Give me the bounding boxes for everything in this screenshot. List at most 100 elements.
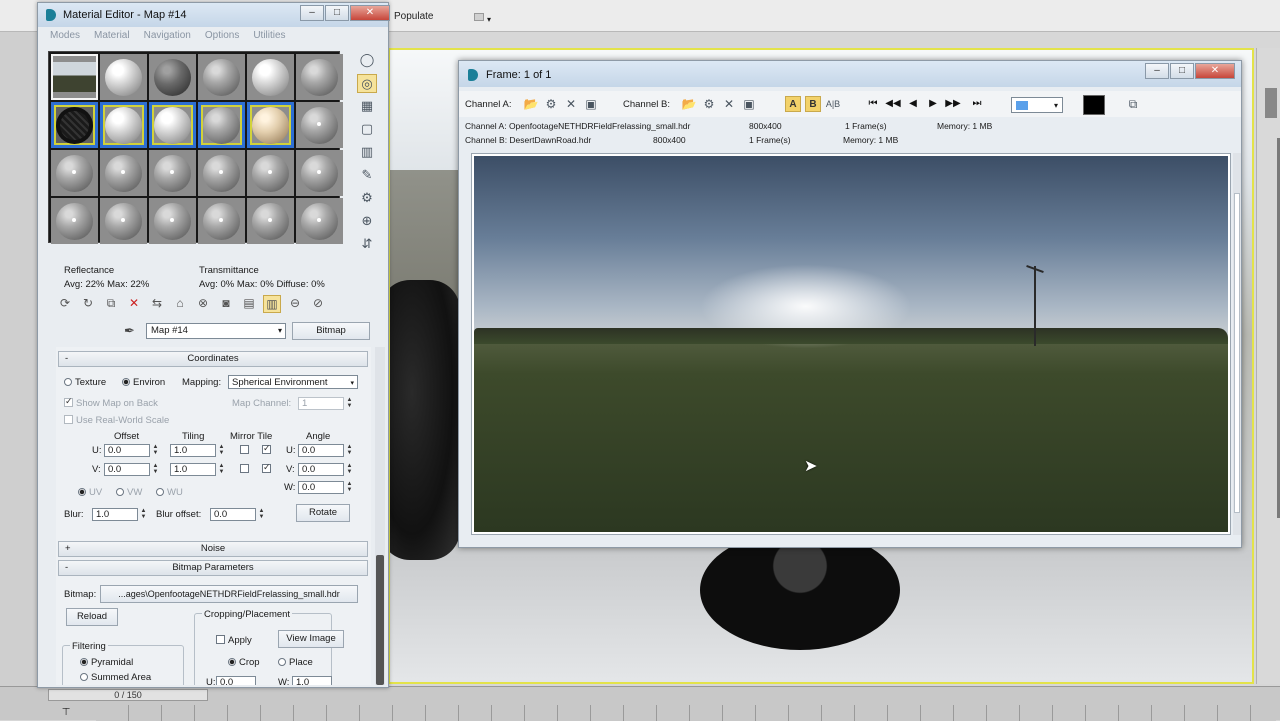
show-map-on-back-check[interactable]: Show Map on Back	[64, 396, 158, 409]
channel-a-button[interactable]: A	[785, 96, 801, 112]
sample-slot-3[interactable]	[149, 54, 196, 100]
sample-slot-6[interactable]	[296, 54, 343, 100]
prev-frame-icon[interactable]: ◀◀	[885, 96, 901, 112]
v-offset-field[interactable]: 0.0	[104, 463, 150, 476]
sample-slot-19[interactable]	[51, 198, 98, 244]
open-file-icon[interactable]: 📂	[523, 96, 539, 112]
place-radio[interactable]: Place	[278, 657, 313, 668]
blur-field[interactable]: 1.0	[92, 508, 138, 521]
spinner-icon[interactable]: ▲ ▼	[218, 463, 225, 476]
spinner-icon[interactable]: ▲ ▼	[140, 508, 147, 521]
crop-u-field[interactable]: 0.0	[216, 676, 256, 685]
vw-radio[interactable]: VW	[116, 487, 142, 498]
go-forward-icon[interactable]: ⊘	[309, 295, 327, 313]
ab-compare-button[interactable]: A|B	[825, 96, 841, 112]
sample-slot-13[interactable]	[51, 150, 98, 196]
spinner-icon[interactable]: ▲ ▼	[346, 397, 353, 410]
assign-to-selection-icon[interactable]: ⧉	[102, 295, 120, 313]
sample-slot-5[interactable]	[247, 54, 294, 100]
spinner-icon[interactable]: ▲ ▼	[346, 481, 353, 494]
v-tiling-field[interactable]: 1.0	[170, 463, 216, 476]
sample-slot-11[interactable]	[247, 102, 294, 148]
sample-slot-21[interactable]	[149, 198, 196, 244]
clear-icon[interactable]: ✕	[721, 96, 737, 112]
texture-radio[interactable]: Texture	[64, 377, 106, 388]
open-file-icon[interactable]: 📂	[681, 96, 697, 112]
use-real-world-scale-check[interactable]: Use Real-World Scale	[64, 415, 169, 426]
clear-icon[interactable]: ✕	[563, 96, 579, 112]
sample-slot-18[interactable]	[296, 150, 343, 196]
make-preview-icon[interactable]: ✎	[357, 166, 377, 185]
menu-material[interactable]: Material	[94, 30, 130, 46]
pyramidal-radio[interactable]: Pyramidal	[80, 657, 133, 668]
reset-map-icon[interactable]: ✕	[125, 295, 143, 313]
go-to-parent-icon[interactable]: ⊖	[286, 295, 304, 313]
image-display-area[interactable]: ➤	[471, 153, 1231, 535]
minimize-button[interactable]: –	[1145, 63, 1169, 79]
make-copy-icon[interactable]: ⇆	[148, 295, 166, 313]
u-tiling-field[interactable]: 1.0	[170, 444, 216, 457]
frame-scrollbar[interactable]	[1233, 153, 1241, 535]
u-offset-field[interactable]: 0.0	[104, 444, 150, 457]
uv-radio[interactable]: UV	[78, 487, 102, 498]
put-to-scene-icon[interactable]: ↻	[79, 295, 97, 313]
map-name-field[interactable]: Map #14 ▾	[146, 323, 286, 339]
show-shaded-icon[interactable]: ▤	[240, 295, 258, 313]
background-color-swatch[interactable]	[1083, 95, 1105, 115]
rotate-button[interactable]: Rotate	[296, 504, 350, 522]
crop-w-field[interactable]: 1.0	[292, 676, 332, 685]
menu-modes[interactable]: Modes	[50, 30, 80, 46]
open-device-icon[interactable]: ⚙	[701, 96, 717, 112]
u-angle-field[interactable]: 0.0	[298, 444, 344, 457]
play-icon[interactable]: ▶	[925, 96, 941, 112]
mapping-dropdown[interactable]: Spherical Environment ▾	[228, 375, 358, 389]
make-unique-icon[interactable]: ⌂	[171, 295, 189, 313]
video-color-check-icon[interactable]: ▥	[357, 143, 377, 162]
sample-slot-14[interactable]	[100, 150, 147, 196]
environ-radio[interactable]: Environ	[122, 377, 165, 388]
show-end-result-icon[interactable]: ▥	[263, 295, 281, 313]
select-by-material-icon[interactable]: ⊕	[357, 212, 377, 231]
spinner-icon[interactable]: ▲ ▼	[152, 444, 159, 457]
sample-slot-8[interactable]	[100, 102, 147, 148]
channel-b-button[interactable]: B	[805, 96, 821, 112]
pick-material-icon[interactable]: ✒	[124, 323, 135, 339]
v-angle-field[interactable]: 0.0	[298, 463, 344, 476]
background-icon[interactable]: ▦	[357, 97, 377, 116]
menu-navigation[interactable]: Navigation	[144, 30, 191, 46]
go-to-start-icon[interactable]: ⏮	[865, 96, 881, 112]
options-icon[interactable]: ⚙	[357, 189, 377, 208]
open-device-icon[interactable]: ⚙	[543, 96, 559, 112]
chevron-down-icon[interactable]: ▾	[487, 15, 491, 24]
v-mirror-check[interactable]	[240, 464, 252, 475]
summed-area-radio[interactable]: Summed Area	[80, 672, 151, 683]
get-material-icon[interactable]: ⟳	[56, 295, 74, 313]
put-to-library-icon[interactable]: ⊗	[194, 295, 212, 313]
sample-slot-17[interactable]	[247, 150, 294, 196]
scrollbar-thumb[interactable]	[1234, 193, 1240, 513]
sample-slot-7[interactable]	[51, 102, 98, 148]
uv-tiling-icon[interactable]: ▢	[357, 120, 377, 139]
map-channel-field[interactable]: 1	[298, 397, 344, 410]
scrollbar-thumb[interactable]	[376, 555, 384, 685]
next-frame-icon[interactable]: ▶▶	[945, 96, 961, 112]
sample-slot-12[interactable]	[296, 102, 343, 148]
sample-slot-9[interactable]	[149, 102, 196, 148]
material-editor-titlebar[interactable]: Material Editor - Map #14 – □ ✕	[38, 3, 390, 27]
save-icon[interactable]: ▣	[583, 96, 599, 112]
panel-handle[interactable]	[1265, 88, 1277, 118]
wu-radio[interactable]: WU	[156, 487, 183, 498]
rollouts-scrollbar[interactable]	[375, 347, 385, 685]
sample-type-icon[interactable]: ◯	[357, 51, 377, 70]
noise-rollout-header[interactable]: + Noise	[58, 541, 368, 557]
menu-utilities[interactable]: Utilities	[253, 30, 285, 46]
v-tile-check[interactable]	[262, 462, 274, 475]
blur-offset-field[interactable]: 0.0	[210, 508, 256, 521]
track-bar[interactable]	[96, 705, 1276, 721]
spinner-icon[interactable]: ▲ ▼	[346, 463, 353, 476]
w-angle-field[interactable]: 0.0	[298, 481, 344, 494]
spinner-icon[interactable]: ▲ ▼	[152, 463, 159, 476]
time-slider[interactable]: 0 / 150	[48, 689, 208, 701]
display-channel-dropdown[interactable]: ▾	[1011, 97, 1063, 113]
backlight-icon[interactable]: ◎	[357, 74, 377, 93]
